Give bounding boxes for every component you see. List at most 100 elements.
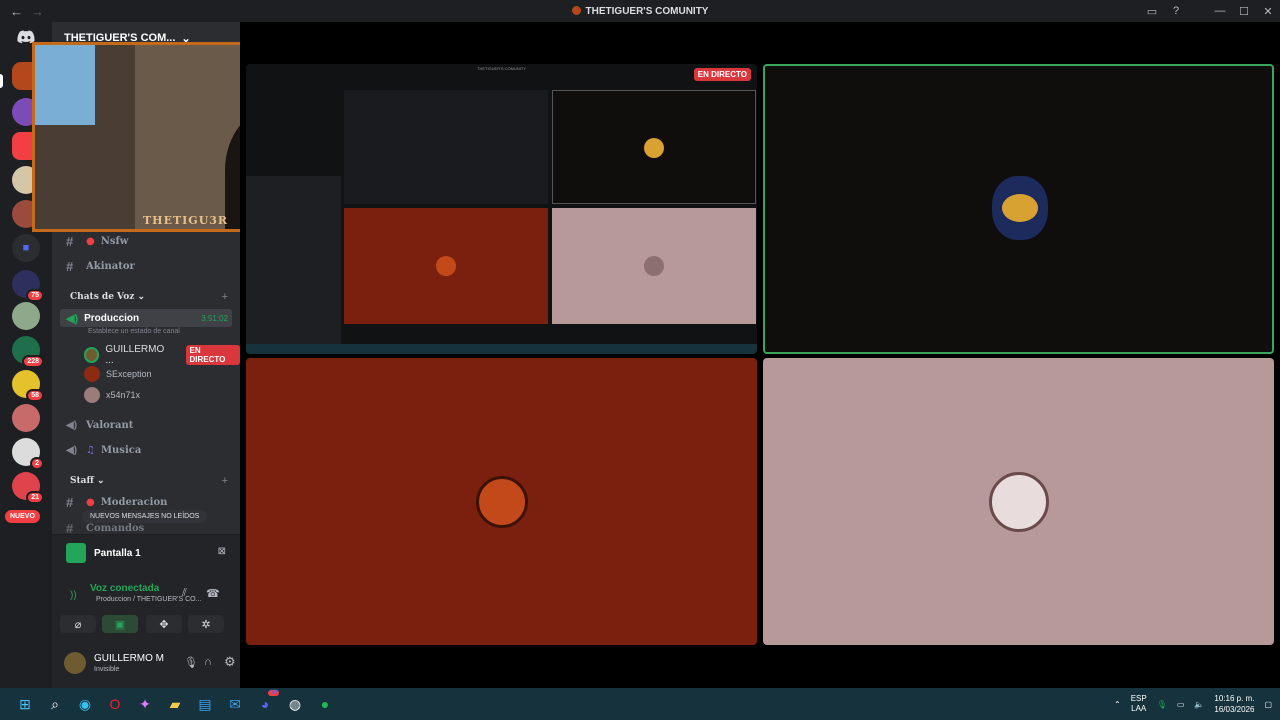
language-top: ESP	[1130, 694, 1147, 703]
opera-icon[interactable]: O	[103, 692, 127, 716]
user-status: Invisible	[94, 666, 120, 673]
stage-area: THETIGUER'S COMUNITY EN DIRECTO	[240, 22, 1280, 688]
username[interactable]: GUILLERMO M	[94, 653, 164, 664]
minimize-button[interactable]: —	[1208, 0, 1232, 22]
search-icon[interactable]: ⌕	[43, 692, 67, 716]
channel-label: Akinator	[86, 260, 135, 272]
stream-title: Pantalla 1	[94, 548, 141, 559]
webcam-label: THETIGU3R	[143, 214, 229, 227]
screen-share-button[interactable]: ▣	[102, 615, 138, 633]
voice-status[interactable]: Voz conectada	[90, 583, 159, 594]
copilot-icon[interactable]: ✦	[133, 692, 157, 716]
obs-icon[interactable]: ◍	[283, 692, 307, 716]
mention-badge: 58	[26, 389, 44, 402]
category-chats-de-voz[interactable]: Chats de Voz ⌄	[70, 292, 145, 302]
voice-user-guillermo[interactable]: GUILLERMO ... EN DIRECTO	[84, 344, 240, 366]
voice-channel-valorant[interactable]: ◀) Valorant	[66, 416, 133, 434]
help-icon[interactable]: ?	[1164, 0, 1188, 22]
store-icon[interactable]: ▤	[193, 692, 217, 716]
soundboard-button[interactable]: ✲	[188, 615, 224, 633]
server-icon-9[interactable]: 58	[12, 370, 44, 402]
stream-tile-screen[interactable]: THETIGUER'S COMUNITY EN DIRECTO	[246, 64, 757, 354]
add-channel-icon[interactable]: +	[222, 475, 228, 487]
chevron-up-icon[interactable]: ⌃	[1114, 700, 1121, 709]
network-icon[interactable]: ▭	[1177, 700, 1185, 709]
avatar-emblem	[1002, 194, 1038, 222]
channel-nsfw[interactable]: # ● Nsfw	[66, 232, 128, 250]
language-indicator[interactable]: ESP LAA	[1131, 694, 1147, 714]
mention-badge: 228	[22, 355, 44, 368]
stream-tile-red[interactable]	[246, 358, 757, 645]
mail-icon[interactable]: ✉	[223, 692, 247, 716]
camera-off-button[interactable]: ⌀	[60, 615, 96, 633]
maximize-button[interactable]: ☐	[1232, 0, 1256, 22]
stream-tile-speaking[interactable]	[763, 64, 1274, 354]
music-note-icon: ♫	[86, 444, 95, 456]
voice-user-sexception[interactable]: SException	[84, 366, 152, 382]
voice-panel: Pantalla 1 ⊠ )) Voz conectada Produccion…	[52, 534, 240, 652]
server-icon-10[interactable]	[12, 404, 40, 432]
spotify-icon[interactable]: ●	[313, 692, 337, 716]
title-bar-actions: ▭ ? — ☐ ✕	[1140, 0, 1280, 22]
voice-user-x54n71x[interactable]: x54n71x	[84, 387, 140, 403]
hash-icon: #	[66, 258, 74, 274]
stop-stream-icon[interactable]: ⊠	[218, 546, 226, 557]
server-icon-8[interactable]: 228	[12, 336, 44, 368]
headphones-icon[interactable]: ∩	[204, 656, 212, 668]
channel-label: Comandos	[86, 522, 145, 534]
volume-icon[interactable]: 🔈	[1194, 700, 1204, 709]
close-button[interactable]: ✕	[1256, 0, 1280, 22]
notifications-icon[interactable]: ▢	[1264, 700, 1272, 709]
activities-button[interactable]: ✥	[146, 615, 182, 633]
rail-pill	[0, 74, 3, 88]
clock-date: 16/03/2026	[1214, 705, 1255, 714]
channel-moderacion[interactable]: # ● Moderacion	[66, 493, 167, 511]
user-panel: GUILLERMO M Invisible 🎙 ∩ ⚙	[52, 644, 240, 688]
nested-taskbar	[246, 344, 757, 354]
channel-akinator[interactable]: # Akinator	[66, 257, 135, 275]
language-bottom: LAA	[1131, 704, 1147, 713]
channel-emoji-icon: ●	[86, 496, 95, 508]
discord-taskbar-icon[interactable]: ◕ 99	[253, 690, 279, 716]
edge-icon[interactable]: ◉	[73, 692, 97, 716]
voice-channel-musica[interactable]: ◀) ♫ Musica	[66, 441, 141, 459]
live-badge: EN DIRECTO	[185, 345, 240, 365]
gear-icon[interactable]: ⚙	[224, 654, 236, 670]
voice-user-name: GUILLERMO ...	[105, 344, 165, 366]
disconnect-icon[interactable]: ☎	[206, 587, 220, 600]
avatar[interactable]	[64, 652, 86, 674]
nested-avatar	[644, 256, 664, 276]
channel-label: Musica	[100, 444, 142, 456]
speaker-icon: ◀)	[66, 312, 79, 325]
voice-channel-produccion[interactable]: ◀) Produccion 3:51:02	[60, 309, 232, 327]
channel-label: Produccion	[84, 312, 140, 324]
windows-start-icon[interactable]: ⊞	[13, 692, 37, 716]
noise-suppression-icon[interactable]: ⫽	[182, 587, 187, 600]
avatar	[84, 387, 100, 403]
back-icon[interactable]: ←	[10, 4, 23, 19]
server-icon-6[interactable]: 75	[12, 270, 44, 302]
clock[interactable]: 10:16 p. m. 16/03/2026	[1214, 693, 1254, 715]
hash-icon: #	[66, 494, 74, 510]
hash-icon: #	[66, 233, 74, 249]
forward-icon[interactable]: →	[31, 4, 44, 19]
microphone-icon[interactable]: 🎙	[184, 656, 198, 669]
folder-icon[interactable]: ■	[12, 234, 40, 262]
channel-status-hint[interactable]: Establece un estado de canal	[88, 328, 180, 335]
new-label[interactable]: NUEVO	[5, 510, 40, 523]
microphone-tray-icon[interactable]: 🎙	[1157, 700, 1167, 709]
server-icon-11[interactable]: 2	[12, 438, 44, 470]
file-explorer-icon[interactable]: ▰	[163, 692, 187, 716]
nested-avatar	[644, 138, 664, 158]
windows-taskbar: ⊞ ⌕ ◉ O ✦ ▰ ▤ ✉ ◕ 99 ◍ ● ⌃ ESP LAA 🎙 ▭ 🔈 …	[0, 688, 1280, 720]
new-messages-pill[interactable]: NUEVOS MENSAJES NO LEÍDOS	[82, 510, 208, 523]
webcam-window-light	[35, 45, 95, 125]
category-staff[interactable]: Staff ⌄	[70, 476, 105, 486]
stream-tile-pink[interactable]	[763, 358, 1274, 645]
server-icon-12[interactable]: 21	[12, 472, 44, 504]
window-title: THETIGUER'S COMUNITY	[0, 5, 1280, 17]
inbox-icon[interactable]: ▭	[1140, 0, 1164, 22]
server-icon-7[interactable]	[12, 302, 40, 330]
add-channel-icon[interactable]: +	[222, 291, 228, 303]
nav-buttons: ← →	[0, 4, 44, 19]
